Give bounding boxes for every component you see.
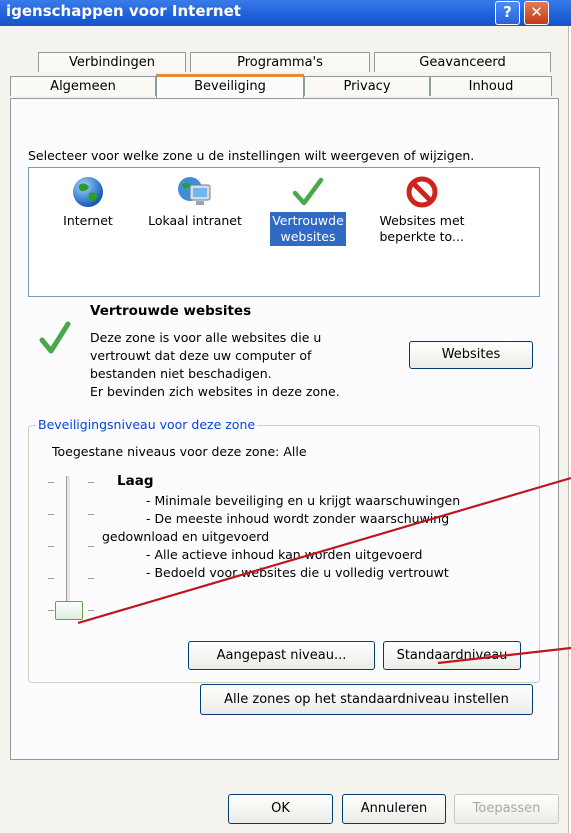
restricted-sign-icon	[406, 176, 438, 208]
tab-beveiliging[interactable]: Beveiliging	[156, 74, 304, 98]
websites-button[interactable]: Websites	[409, 341, 533, 369]
green-checkmark-icon	[292, 177, 324, 206]
zone-label-line1: Vertrouwde	[272, 213, 344, 228]
zone-description-line: bestanden niet beschadigen.	[90, 366, 272, 381]
zone-description-line: Deze zone is voor alle websites die u	[90, 330, 322, 345]
tab-algemeen[interactable]: Algemeen	[10, 76, 156, 96]
default-level-button[interactable]: Standaardniveau	[383, 641, 521, 670]
zone-label: Websites met beperkte to...	[377, 212, 466, 246]
level-bullet: gedownload en uitgevoerd	[102, 529, 270, 544]
ok-button[interactable]: OK	[228, 794, 333, 824]
slider-tick	[88, 578, 94, 579]
level-bullet: - De meeste inhoud wordt zonder waarschu…	[146, 511, 450, 526]
reset-all-zones-button[interactable]: Alle zones op het standaardniveau instel…	[200, 684, 533, 715]
title-bar: igenschappen voor Internet ? ✕	[0, 0, 571, 26]
level-bullet: - Bedoeld voor websites die u volledig v…	[146, 565, 449, 580]
globe-icon	[73, 177, 103, 207]
level-bullet: - Minimale beveiliging en u krijgt waars…	[146, 493, 461, 508]
cancel-button[interactable]: Annuleren	[342, 794, 446, 824]
zone-description-line: Er bevinden zich websites in deze zone.	[90, 384, 340, 399]
slider-tick	[48, 546, 54, 547]
level-name: Laag	[117, 473, 154, 489]
zone-prompt: Selecteer voor welke zone u de instellin…	[28, 148, 475, 163]
zone-label-line2: beperkte to...	[379, 229, 464, 244]
intranet-computer-icon	[178, 177, 211, 205]
slider-thumb[interactable]	[55, 601, 83, 620]
tab-geavanceerd[interactable]: Geavanceerd	[374, 52, 551, 72]
tab-programmas[interactable]: Programma's	[190, 52, 370, 72]
green-checkmark-icon	[39, 321, 71, 354]
slider-tick	[48, 514, 54, 515]
level-description: - Minimale beveiliging en u krijgt waars…	[102, 492, 502, 582]
slider-tick	[48, 578, 54, 579]
slider-tick	[88, 514, 94, 515]
slider-tick	[88, 610, 94, 611]
zone-label-line1: Websites met	[379, 213, 465, 228]
zone-description: Deze zone is voor alle websites die u ve…	[90, 329, 340, 401]
window-title: igenschappen voor Internet	[6, 2, 241, 20]
slider-tick	[88, 546, 94, 547]
slider-tick	[48, 610, 54, 611]
zone-vertrouwde-websites[interactable]: Vertrouwde websites	[262, 175, 354, 246]
zone-label-selected: Vertrouwde websites	[270, 212, 346, 246]
apply-button[interactable]: Toepassen	[454, 794, 559, 824]
custom-level-button[interactable]: Aangepast niveau...	[188, 641, 375, 670]
allowed-levels-text: Toegestane niveaus voor deze zone: Alle	[52, 444, 307, 459]
zone-label: Lokaal intranet	[148, 213, 242, 228]
zone-description-line: vertrouwt dat deze uw computer of	[90, 348, 312, 363]
security-level-slider[interactable]	[40, 470, 100, 620]
close-button[interactable]: ✕	[524, 1, 549, 25]
zone-label: Internet	[63, 213, 113, 228]
zone-lokaal-intranet[interactable]: Lokaal intranet	[140, 175, 250, 230]
slider-tick	[88, 482, 94, 483]
zone-label-line2: websites	[280, 229, 336, 244]
zone-title: Vertrouwde websites	[90, 303, 252, 319]
help-button[interactable]: ?	[495, 1, 520, 25]
tab-verbindingen[interactable]: Verbindingen	[38, 52, 186, 72]
level-bullet: - Alle actieve inhoud kan worden uitgevo…	[146, 547, 423, 562]
slider-tick	[48, 482, 54, 483]
security-level-group-title: Beveiligingsniveau voor deze zone	[36, 417, 258, 432]
tab-inhoud[interactable]: Inhoud	[430, 76, 552, 96]
slider-track	[66, 476, 71, 616]
zone-internet[interactable]: Internet	[50, 175, 126, 230]
tab-privacy[interactable]: Privacy	[304, 76, 430, 96]
zone-beperkte-websites[interactable]: Websites met beperkte to...	[368, 175, 476, 246]
